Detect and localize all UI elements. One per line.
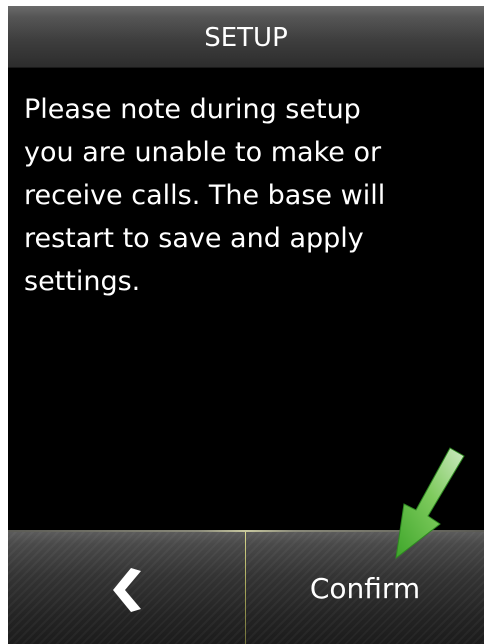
softkey-divider <box>245 530 246 644</box>
phone-screen: SETUP Please note during setup you are un… <box>8 6 484 644</box>
softkey-bar-highlight <box>8 530 484 532</box>
setup-notice-message: Please note during setup you are unable t… <box>24 88 476 303</box>
chevron-left-icon <box>113 568 141 612</box>
confirm-label: Confirm <box>309 572 421 605</box>
softkey-bar: Confirm <box>8 530 484 644</box>
message-line-1: Please note during setup <box>24 94 361 125</box>
message-line-4: restart to save and apply <box>24 223 364 254</box>
page-title: SETUP <box>204 23 288 53</box>
message-line-3: receive calls. The base will <box>24 180 386 211</box>
title-bar: SETUP <box>8 6 484 68</box>
confirm-softkey[interactable]: Confirm <box>246 530 484 644</box>
message-line-2: you are unable to make or <box>24 137 382 168</box>
message-line-5: settings. <box>24 266 141 297</box>
back-softkey[interactable] <box>8 530 245 644</box>
